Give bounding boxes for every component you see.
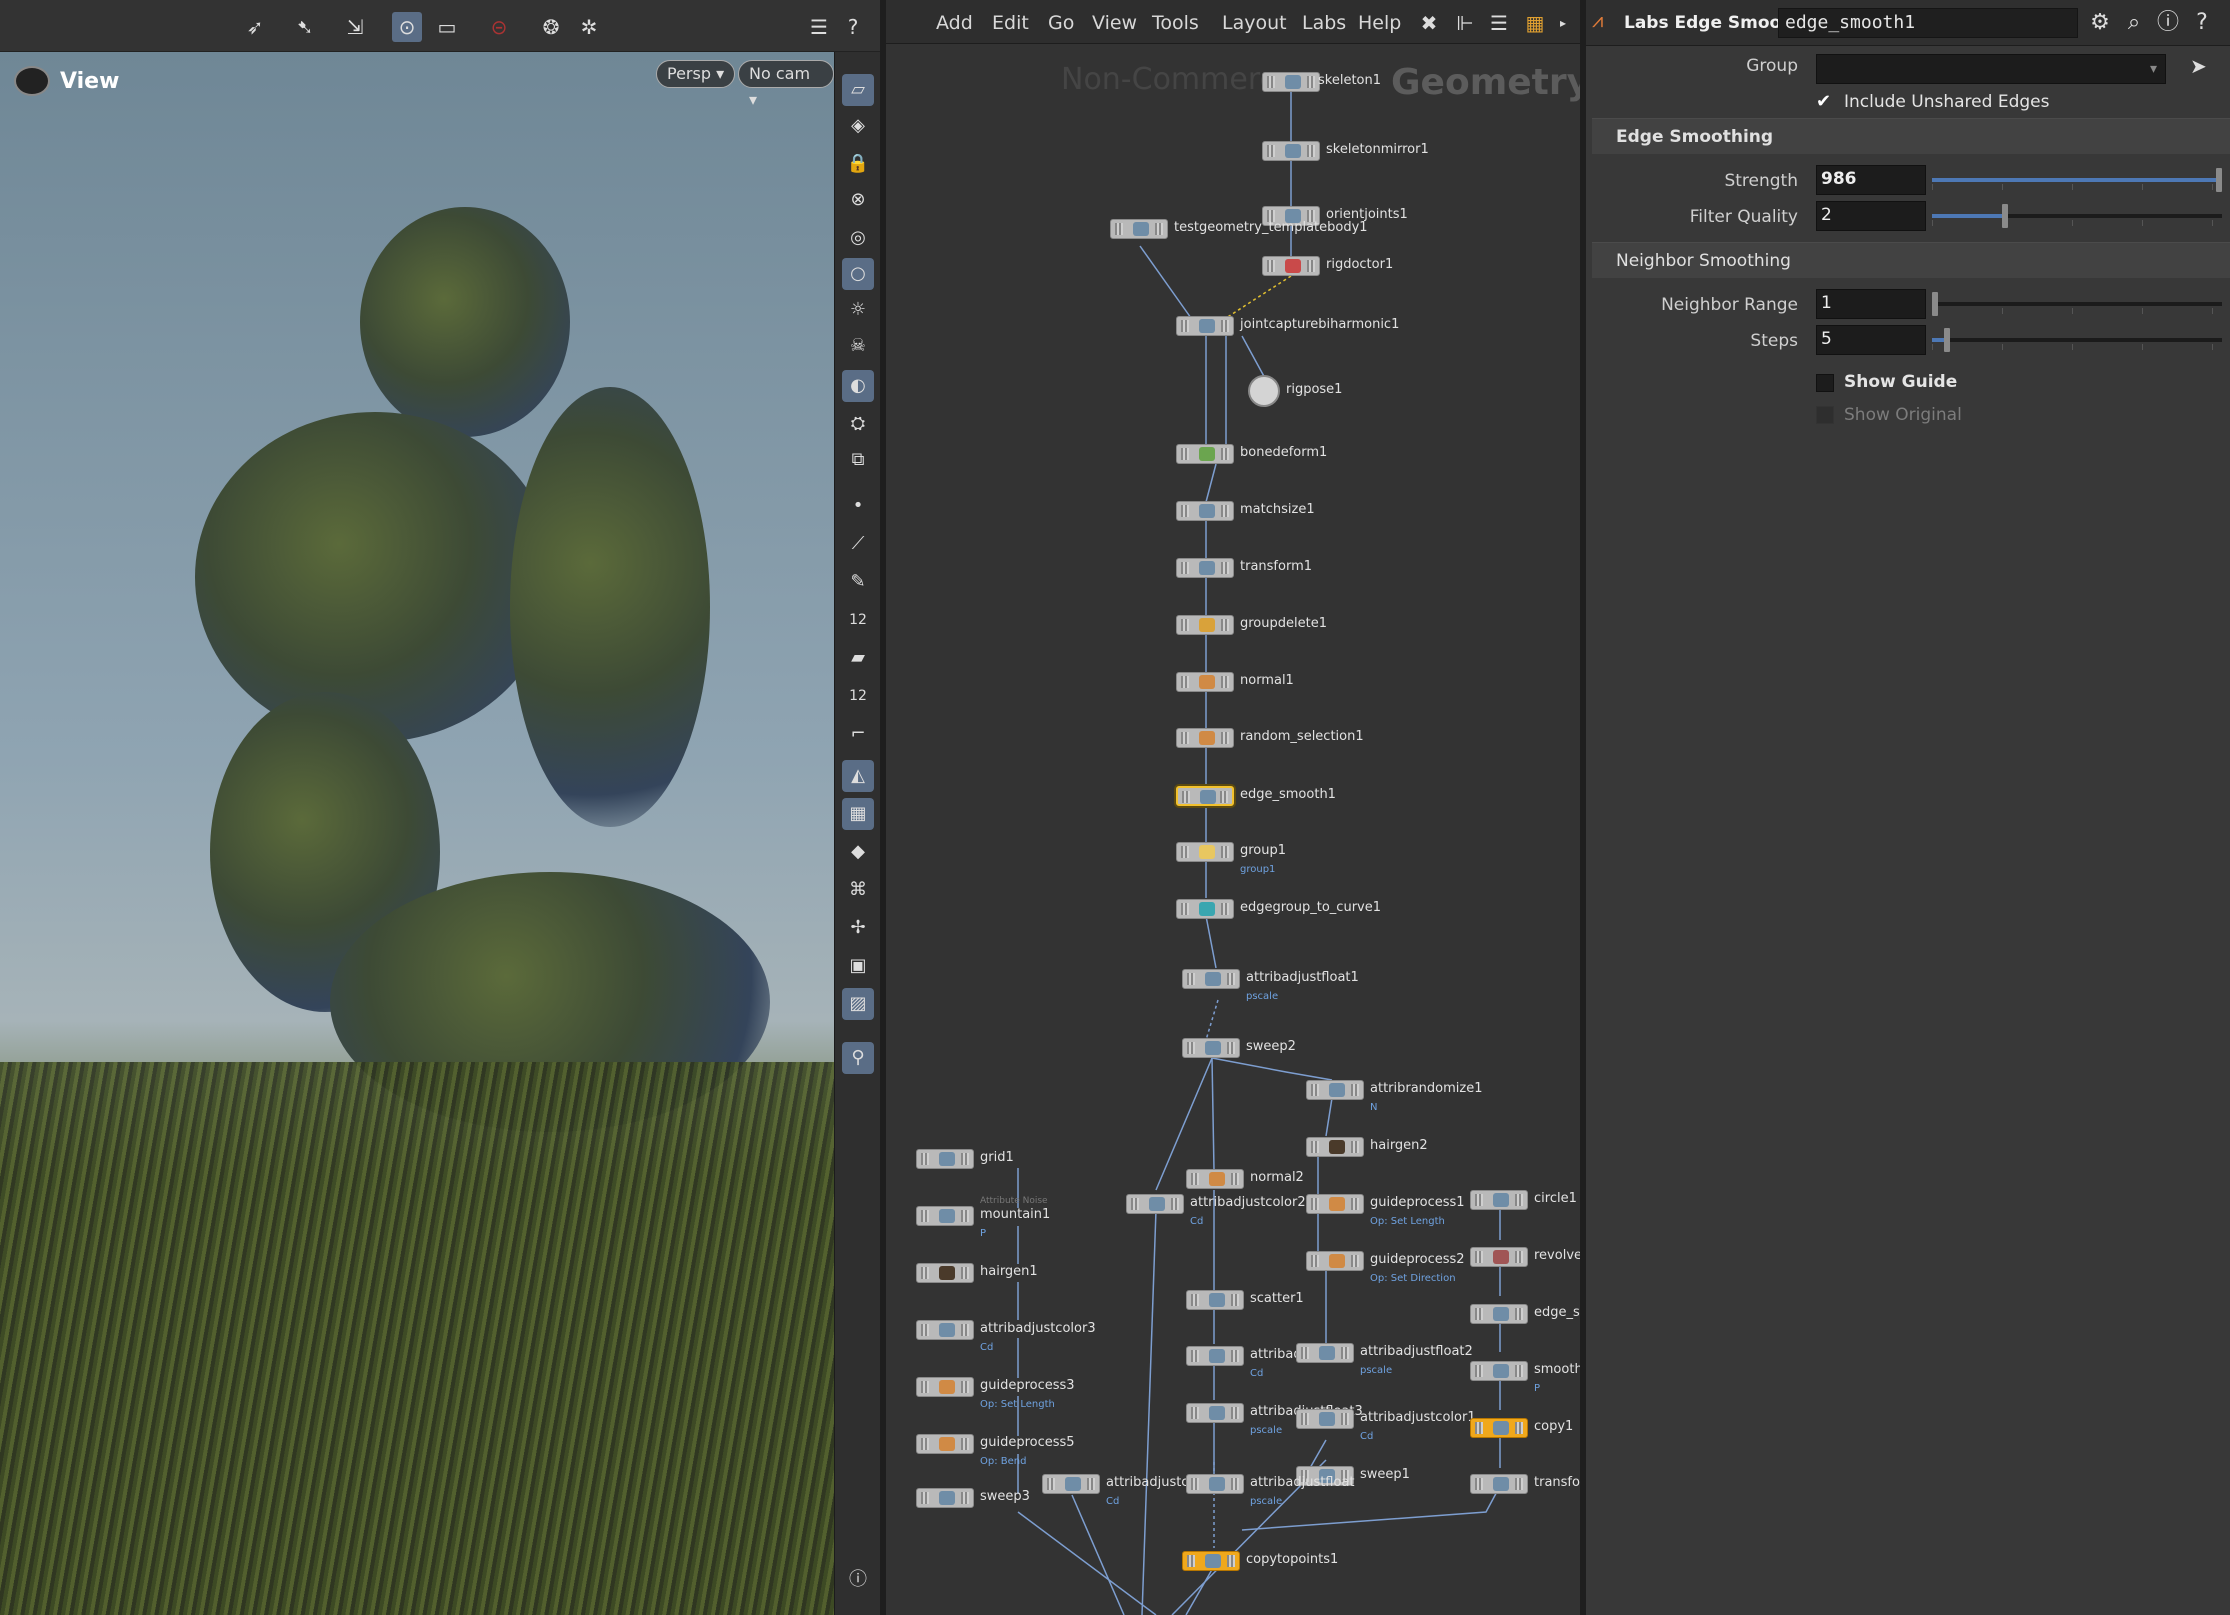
handle-icon[interactable]: ⇲ <box>340 12 370 42</box>
viewport-layout-icon[interactable]: ☰ <box>804 12 834 42</box>
info-icon[interactable]: ⓘ <box>842 1564 874 1596</box>
strength-slider[interactable] <box>1932 165 2223 195</box>
grass-field <box>0 1062 834 1615</box>
perspective-dropdown[interactable]: Persp ▾ <box>656 60 736 88</box>
viewport-display-toolbar: ▱ ◈ 🔒 ⊗ ◎ ○ ☼ ☠ ◐ ⛭ ⧉ • ⟋ ✎ 12 ▰ 12 ⌐ ◭ … <box>834 52 880 1615</box>
headlight-icon[interactable]: ☼ <box>842 294 874 326</box>
show-guide-checkbox[interactable] <box>1816 374 1834 392</box>
filter-quality-slider[interactable] <box>1932 201 2222 231</box>
shading-icon[interactable]: ◎ <box>842 222 874 254</box>
neighbor-range-label: Neighbor Range <box>1661 295 1798 315</box>
filter-quality-input[interactable]: 2 <box>1816 201 1926 231</box>
picker-icon[interactable]: ✎ <box>842 566 874 598</box>
filter-quality-label: Filter Quality <box>1689 207 1798 227</box>
point-icon[interactable]: • <box>842 490 874 522</box>
transform-icon[interactable]: ✢ <box>842 912 874 944</box>
node-type-label: Labs Edge Smooth <box>1624 13 1802 33</box>
snapshot-icon[interactable]: ❂ <box>536 12 566 42</box>
normal-icon[interactable]: ⟋ <box>842 528 874 560</box>
show-original-checkbox[interactable] <box>1816 406 1834 424</box>
view-camera-icon[interactable] <box>14 66 50 96</box>
lock-icon[interactable]: 🔒 <box>842 148 874 180</box>
select-icon[interactable]: ➶ <box>240 12 270 42</box>
light-icon[interactable]: ○ <box>842 258 874 290</box>
strength-input[interactable]: 986 <box>1816 165 1926 195</box>
search-icon[interactable]: ⌕ <box>2120 10 2148 38</box>
group-input[interactable]: ▾ <box>1816 54 2166 84</box>
render-region-icon[interactable]: ⧉ <box>842 444 874 476</box>
skull-icon[interactable]: ☠ <box>842 330 874 362</box>
chevron-down-icon[interactable]: ▾ <box>2150 61 2157 77</box>
include-unshared-checkbox[interactable]: ✔ <box>1816 93 1834 111</box>
shaded-icon[interactable]: ◭ <box>842 760 874 792</box>
template-icon[interactable]: ⛭ <box>842 408 874 440</box>
network-editor[interactable]: Add Edit Go View Tools Layout Labs Help … <box>886 0 1580 1615</box>
neighbor-range-slider[interactable] <box>1932 289 2222 319</box>
scene-view-pane: ➶ ➷ ⇲ ⊙ ▭ ⊝ ❂ ✲ ☰ ? View Persp ▾ No cam … <box>0 0 880 1615</box>
render-icon[interactable]: ✲ <box>574 12 604 42</box>
camera-light-icon[interactable]: ◐ <box>842 370 874 402</box>
move-icon[interactable]: ➷ <box>290 12 320 42</box>
sculpture-torso <box>195 412 555 742</box>
strength-label: Strength <box>1724 171 1798 191</box>
parameter-editor: ⩘ Labs Edge Smooth edge_smooth1 ⚙ ⌕ ⓘ ? … <box>1586 0 2230 1615</box>
steps-slider[interactable] <box>1932 325 2222 355</box>
diamond-icon[interactable]: ◆ <box>842 836 874 868</box>
gear-icon[interactable]: ⚙ <box>2086 10 2114 38</box>
camera-icon[interactable]: ⊙ <box>392 12 422 42</box>
node-name-input[interactable]: edge_smooth1 <box>1778 8 2078 38</box>
neighbor-range-input[interactable]: 1 <box>1816 289 1926 319</box>
brush-icon[interactable]: ▰ <box>842 642 874 674</box>
show-original-label: Show Original <box>1844 405 1962 425</box>
edge-icon[interactable]: ⌐ <box>842 718 874 750</box>
wireframe-icon[interactable]: ◈ <box>842 110 874 142</box>
help-icon[interactable]: ? <box>2188 10 2216 38</box>
parameter-header: ⩘ Labs Edge Smooth edge_smooth1 ⚙ ⌕ ⓘ ? <box>1586 0 2230 46</box>
steps-label: Steps <box>1750 331 1798 351</box>
view-title: View <box>14 66 119 96</box>
houdini-window: ➶ ➷ ⇲ ⊙ ▭ ⊝ ❂ ✲ ☰ ? View Persp ▾ No cam … <box>0 0 2230 1615</box>
camera-dropdown[interactable]: No cam ▾ <box>738 60 834 109</box>
sculpture-arm <box>510 387 710 827</box>
viewport-toolbar: ➶ ➷ ⇲ ⊙ ▭ ⊝ ❂ ✲ ☰ ? <box>0 0 880 52</box>
section-edge-smoothing[interactable]: Edge Smoothing <box>1592 118 2230 154</box>
section-neighbor-smoothing[interactable]: Neighbor Smoothing <box>1592 242 2230 278</box>
ghost-icon[interactable]: ⊗ <box>842 184 874 216</box>
point-numbers-label[interactable]: 12 <box>842 604 874 636</box>
info-icon[interactable]: ⓘ <box>2154 10 2182 38</box>
group-label: Group <box>1746 56 1798 76</box>
ground-plane-icon[interactable]: ▱ <box>842 74 874 106</box>
steps-input[interactable]: 5 <box>1816 325 1926 355</box>
include-unshared-label: Include Unshared Edges <box>1844 92 2050 112</box>
image-icon[interactable]: ▨ <box>842 988 874 1020</box>
prim-numbers-label[interactable]: 12 <box>842 680 874 712</box>
display-options-icon[interactable]: ▭ <box>432 12 462 42</box>
select-arrow-icon[interactable]: ➤ <box>2190 54 2207 78</box>
sculpture-head <box>360 207 570 437</box>
edge-smooth-node-icon: ⩘ <box>1592 8 1604 32</box>
checker-icon[interactable]: ▦ <box>842 798 874 830</box>
3d-viewport[interactable]: View Persp ▾ No cam ▾ <box>0 52 834 1615</box>
show-guide-label: Show Guide <box>1844 372 1958 392</box>
stop-icon[interactable]: ⊝ <box>484 12 514 42</box>
background-icon[interactable]: ▣ <box>842 950 874 982</box>
uv-icon[interactable]: ⌘ <box>842 874 874 906</box>
pin-icon[interactable]: ⚲ <box>842 1042 874 1074</box>
help-icon[interactable]: ? <box>838 12 868 42</box>
